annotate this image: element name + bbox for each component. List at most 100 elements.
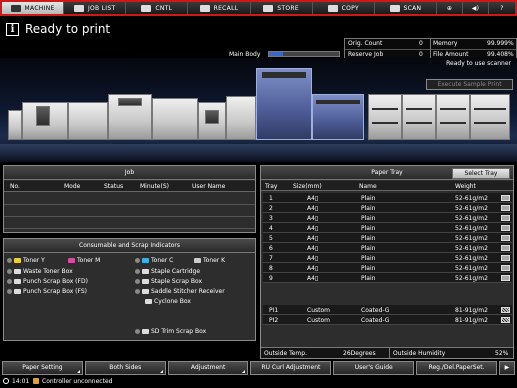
toner-icon [194,258,201,263]
tray-cell-tray: 5 [269,235,273,242]
tray-row[interactable]: PI1 Custom Coated-G 81-91g/m2 [263,305,512,315]
tray-cell-name: Plain [361,195,376,202]
tray-row[interactable]: 8 A4▯ Plain 52-61g/m2 [263,263,512,273]
tray-cell-tray: 8 [269,265,273,272]
toner-icon [14,258,21,263]
status-dot-icon [135,289,140,294]
paper-tray-panel: Paper Tray Select Tray Tray Size(mm) Nam… [260,165,514,359]
volume-button[interactable]: ◀) [462,2,489,14]
job-panel-title: Job [4,166,255,180]
tray-cell-size: A4▯ [307,225,319,232]
file-amount-value: 99.408% [487,51,514,58]
clock-time: 14:01 [12,378,30,385]
tray-row[interactable]: 2 A4▯ Plain 52-61g/m2 [263,203,512,213]
tray-row[interactable]: 7 A4▯ Plain 52-61g/m2 [263,253,512,263]
tray-cell-name: Plain [361,235,376,242]
tab-scan[interactable]: SCAN [374,2,437,14]
tray-row[interactable]: PI2 Custom Coated-G 81-91g/m2 [263,315,512,325]
paper-level-icon [501,225,510,231]
machine-panel [440,108,466,110]
punch-icon [14,289,21,294]
tab-machine[interactable]: MACHINE [2,2,65,14]
reg-del-paperset-button[interactable]: Reg./Del.PaperSet. [416,361,497,375]
tab-label: STORE [277,4,299,12]
tray-cell-size: A4▯ [307,205,319,212]
paper-level-icon [501,235,510,241]
paper-setting-button[interactable]: Paper Setting [2,361,83,375]
tray-cell-tray: PI2 [269,317,279,324]
globe-button[interactable]: ⊕ [436,2,463,14]
tab-label: SCAN [403,4,422,12]
machine-panel [372,122,398,124]
both-sides-button[interactable]: Both Sides [84,361,166,375]
outside-humidity-label: Outside Humidity [393,350,446,357]
machine-panel [474,122,506,124]
tab-recall[interactable]: RECALL [188,2,251,14]
tray-cell-size: A4▯ [307,255,319,262]
next-page-button[interactable]: ▶ [498,361,515,375]
job-col-mode: Mode [64,183,81,190]
arrow-right-icon: ▶ [504,364,510,371]
toner-icon [142,258,149,263]
tray-cell-weight: 52-61g/m2 [455,265,488,272]
waste-box-icon [14,269,21,274]
consumable-punch-scrap-fs: Punch Scrap Box (FS) [7,288,87,295]
tray-cell-weight: 52-61g/m2 [455,255,488,262]
tab-cntl[interactable]: CNTL [126,2,189,14]
staple-icon [142,279,149,284]
orig-count-value: 0 [419,40,423,47]
job-col-no: No. [10,183,20,190]
consumable-toner-m: Toner M [68,257,100,264]
help-button[interactable]: ? [488,2,515,14]
copy-icon [327,4,338,12]
job-col-status: Status [104,183,124,190]
tray-row[interactable]: 9 A4▯ Plain 52-61g/m2 [263,273,512,283]
tray-cell-name: Plain [361,255,376,262]
tray-cell-size: A4▯ [307,265,319,272]
tray-cell-weight: 81-91g/m2 [455,307,488,314]
paper-level-icon [501,265,510,271]
tray-row[interactable]: 4 A4▯ Plain 52-61g/m2 [263,223,512,233]
ru-curl-adjustment-button[interactable]: RU Curl Adjustment [250,361,332,375]
tray-cell-weight: 52-61g/m2 [455,215,488,222]
tray-row[interactable]: 5 A4▯ Plain 52-61g/m2 [263,233,512,243]
tab-copy[interactable]: COPY [312,2,375,14]
toner-icon [68,258,75,263]
recall-icon [199,4,210,12]
machine-unit [470,94,510,140]
memory-value: 99.999% [487,40,514,47]
execute-sample-print-button[interactable]: Execute Sample Print [426,79,513,90]
machine-unit [205,110,219,124]
tab-store[interactable]: STORE [250,2,313,14]
tray-cell-name: Plain [361,265,376,272]
reserve-job-value: 0 [419,51,423,58]
paper-level-icon [501,205,510,211]
ready-status-text: Ready to print [25,22,111,36]
submenu-arrow-icon [242,370,246,373]
users-guide-button[interactable]: User's Guide [333,361,415,375]
speaker-icon: ◀) [471,4,480,12]
job-col-user-name: User Name [192,183,226,190]
tray-col-weight: Weight [455,183,476,190]
submenu-arrow-icon [159,370,163,373]
consumable-waste-toner-box: Waste Toner Box [7,268,73,275]
tab-job-list[interactable]: JOB LIST [64,2,127,14]
tray-row[interactable]: 3 A4▯ Plain 52-61g/m2 [263,213,512,223]
adjustment-button[interactable]: Adjustment [167,361,249,375]
tray-row[interactable]: 1 A4▯ Plain 52-61g/m2 [263,193,512,203]
clock-icon [3,378,9,384]
saddle-stitcher-icon [142,289,149,294]
top-tab-bar: MACHINE JOB LIST CNTL RECALL STORE COPY … [0,0,517,16]
tray-cell-size: Custom [307,317,330,324]
machine-panel [406,108,432,110]
tray-row[interactable]: 6 A4▯ Plain 52-61g/m2 [263,243,512,253]
select-tray-button[interactable]: Select Tray [452,168,510,179]
job-row-divider [4,204,255,205]
info-icon: i [6,23,19,36]
consumable-staple-cartridge: Staple Cartridge [135,268,200,275]
memory-label: Memory [433,40,458,47]
job-panel: Job No. Mode Status Minute(S) User Name [3,165,256,233]
status-dot-icon [135,269,140,274]
consumable-punch-scrap-fd: Punch Scrap Box (FD) [7,278,88,285]
tray-cell-tray: 3 [269,215,273,222]
